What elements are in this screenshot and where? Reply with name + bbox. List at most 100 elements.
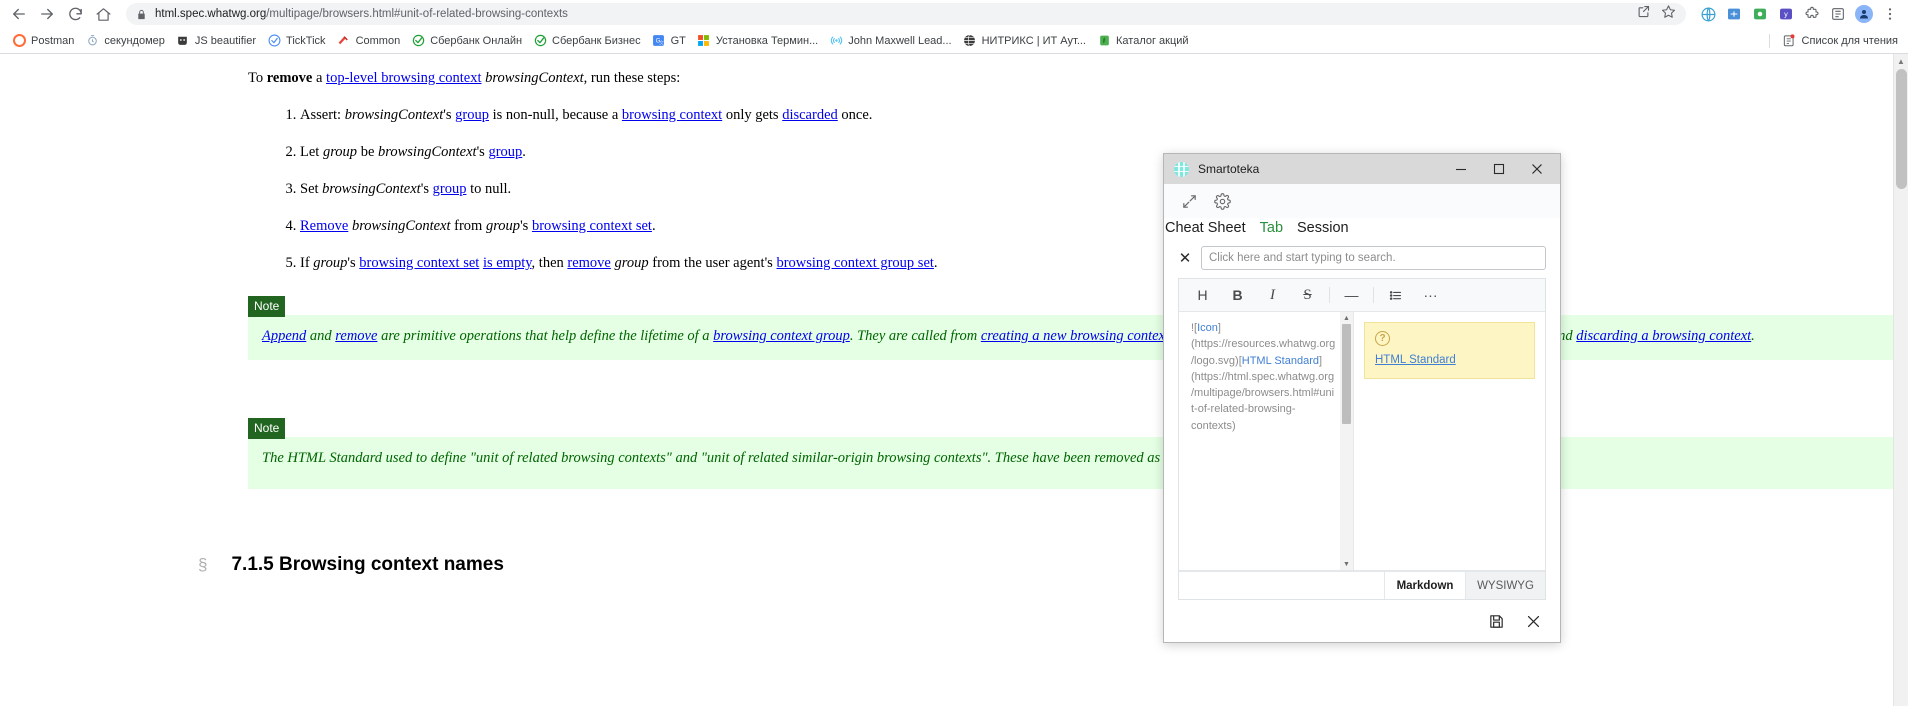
strikethrough-button[interactable]: S <box>1290 280 1325 310</box>
ticktick-icon <box>267 34 281 48</box>
link-browsing-context-group[interactable]: browsing context group <box>713 328 850 344</box>
minimize-icon[interactable] <box>1442 155 1480 183</box>
puzzle-icon[interactable] <box>1800 2 1824 26</box>
scroll-up-arrow-icon[interactable]: ▲ <box>1894 54 1908 69</box>
three-dots-vertical-icon[interactable] <box>1878 2 1902 26</box>
mode-tab-markdown[interactable]: Markdown <box>1385 572 1465 599</box>
markdown-source-text[interactable]: ![Icon](https://resources.whatwg.org/log… <box>1179 312 1340 570</box>
close-icon[interactable] <box>1525 613 1542 630</box>
link-group[interactable]: group <box>455 107 489 123</box>
extension-green-icon[interactable] <box>1748 2 1772 26</box>
page-scrollbar[interactable]: ▲ <box>1893 54 1908 706</box>
markdown-pane[interactable]: ![Icon](https://resources.whatwg.org/log… <box>1179 312 1354 570</box>
save-floppy-icon[interactable] <box>1488 613 1505 630</box>
link-top-level-browsing-context[interactable]: top-level browsing context <box>326 70 481 86</box>
reading-list-button[interactable]: Список для чтения <box>1768 33 1898 48</box>
scrollbar-thumb[interactable] <box>1896 69 1907 189</box>
link-discarded[interactable]: discarded <box>782 107 838 123</box>
bookmark-john-maxwell[interactable]: John Maxwell Lead... <box>825 32 958 50</box>
link-is-empty[interactable]: is empty <box>483 255 532 271</box>
close-icon[interactable] <box>1518 155 1556 183</box>
extension-chromecast-icon[interactable] <box>1696 2 1720 26</box>
editor-panes: ![Icon](https://resources.whatwg.org/log… <box>1179 312 1545 571</box>
section-heading: § 7.1.5 Browsing context names <box>198 551 1908 579</box>
scroll-down-arrow-icon[interactable]: ▼ <box>1340 558 1353 570</box>
scrollbar-thumb[interactable] <box>1342 324 1351 424</box>
broken-image-icon: ? <box>1375 331 1390 346</box>
link-remove[interactable]: remove <box>335 328 377 344</box>
bold-button[interactable]: B <box>1220 280 1255 310</box>
bookmark-gt[interactable]: G文 GT <box>648 32 693 50</box>
bookmark-sberbank-business[interactable]: Сбербанк Бизнес <box>529 32 648 50</box>
bookmark-js-beautifier[interactable]: JS beautifier <box>172 32 263 50</box>
bookmark-label: Каталог акций <box>1116 34 1189 47</box>
spec-document: To remove a top-level browsing context b… <box>0 54 1908 579</box>
avatar[interactable] <box>1852 2 1876 26</box>
reading-list-icon <box>1782 34 1796 48</box>
leaf-icon <box>1097 34 1111 48</box>
clear-search-icon[interactable]: ✕ <box>1178 251 1192 266</box>
share-icon[interactable] <box>1636 4 1651 24</box>
bookmark-sberbank-online[interactable]: Сбербанк Онлайн <box>407 32 529 50</box>
bookmark-nitrix[interactable]: НИТРИКС | ИТ Аут... <box>959 32 1093 50</box>
more-options-button[interactable]: ··· <box>1413 280 1448 310</box>
bookmark-label: John Maxwell Lead... <box>848 34 952 47</box>
home-icon[interactable] <box>90 1 116 27</box>
italic-button[interactable]: I <box>1255 280 1290 310</box>
link-remove[interactable]: remove <box>567 255 610 271</box>
bookmark-label: Сбербанк Бизнес <box>552 34 641 47</box>
link-browsing-context-group-set[interactable]: browsing context group set <box>776 255 933 271</box>
mode-tab-wysiwyg[interactable]: WYSIWYG <box>1465 572 1545 599</box>
link-group[interactable]: group <box>488 144 522 160</box>
section-anchor-icon[interactable]: § <box>198 553 207 578</box>
tab-tab[interactable]: Tab <box>1259 220 1284 236</box>
google-translate-icon: G文 <box>652 34 666 48</box>
bookmark-postman[interactable]: Postman <box>8 32 81 50</box>
reading-list-label: Список для чтения <box>1801 34 1898 47</box>
search-input[interactable] <box>1201 246 1546 270</box>
extension-blue-icon[interactable] <box>1722 2 1746 26</box>
smartoteka-titlebar[interactable]: Smartoteka <box>1164 154 1560 184</box>
smartoteka-title: Smartoteka <box>1198 162 1260 176</box>
preview-link[interactable]: HTML Standard <box>1375 354 1456 366</box>
gear-icon[interactable] <box>1214 192 1231 210</box>
mode-row-spacer <box>1179 572 1385 599</box>
address-bar[interactable]: html.spec.whatwg.org/multipage/browsers.… <box>126 3 1686 25</box>
step-5: If group's browsing context set is empty… <box>300 253 1908 274</box>
forward-icon[interactable] <box>34 1 60 27</box>
lock-icon <box>136 9 147 20</box>
link-append[interactable]: Append <box>262 328 306 344</box>
bookmark-label: Сбербанк Онлайн <box>430 34 523 47</box>
tab-session[interactable]: Session <box>1296 220 1350 236</box>
bookmark-label: GT <box>670 34 686 47</box>
bookmark-ticktick[interactable]: TickTick <box>263 32 333 50</box>
horizontal-rule-button[interactable]: — <box>1334 280 1369 310</box>
scroll-up-arrow-icon[interactable]: ▲ <box>1340 312 1353 324</box>
section-heading-text: 7.1.5 Browsing context names <box>231 554 504 576</box>
reading-list-toolbar-icon[interactable] <box>1826 2 1850 26</box>
heading-button[interactable]: H <box>1185 280 1220 310</box>
tab-cheat-sheet[interactable]: Cheat Sheet <box>1164 220 1247 236</box>
link-remove[interactable]: Remove <box>300 218 348 234</box>
link-discarding-bc[interactable]: discarding a browsing context <box>1576 328 1751 344</box>
bookmark-katalog-akciy[interactable]: Каталог акций <box>1093 32 1196 50</box>
markdown-scrollbar[interactable]: ▲ ▼ <box>1340 312 1353 570</box>
expand-arrows-icon[interactable] <box>1181 193 1198 210</box>
star-icon[interactable] <box>1661 4 1676 24</box>
intro-mid: a <box>312 70 327 86</box>
back-icon[interactable] <box>6 1 32 27</box>
link-browsing-context-set[interactable]: browsing context set <box>532 218 652 234</box>
bookmark-common[interactable]: Common <box>333 32 408 50</box>
intro-paragraph: To remove a top-level browsing context b… <box>248 68 1448 89</box>
link-group[interactable]: group <box>433 181 467 197</box>
bookmark-sekundomer[interactable]: секундомер <box>81 32 171 50</box>
reload-icon[interactable] <box>62 1 88 27</box>
bullet-list-button[interactable] <box>1378 280 1413 310</box>
extension-purple-icon[interactable]: y <box>1774 2 1798 26</box>
link-browsing-context[interactable]: browsing context <box>622 107 722 123</box>
note-tag: Note <box>248 296 286 318</box>
smartoteka-window[interactable]: Smartoteka Cheat Sheet Tab Session ✕ Cli… <box>1163 153 1561 643</box>
link-browsing-context-set[interactable]: browsing context set <box>359 255 479 271</box>
bookmark-ustanovka-termin[interactable]: Установка Термин... <box>693 32 825 50</box>
maximize-icon[interactable] <box>1480 155 1518 183</box>
